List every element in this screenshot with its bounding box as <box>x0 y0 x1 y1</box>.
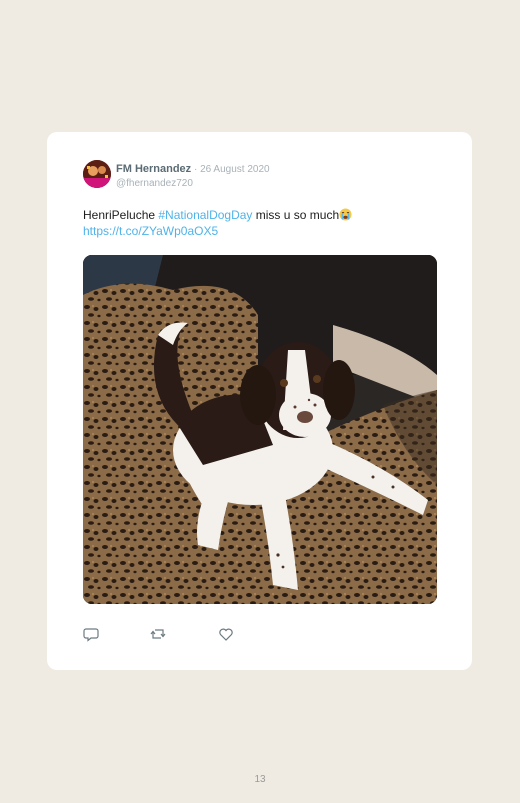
author-avatar[interactable] <box>83 160 111 188</box>
tweet-url-link[interactable]: https://t.co/ZYaWp0aOX5 <box>83 224 218 238</box>
author-name[interactable]: FM Hernandez <box>116 163 191 175</box>
reply-icon[interactable] <box>83 626 99 642</box>
hashtag-link[interactable]: #NationalDogDay <box>158 208 252 222</box>
tweet-header: FM Hernandez · 26 August 2020 @fhernande… <box>116 161 270 191</box>
tweet-text-prefix: HenriPeluche <box>83 208 159 222</box>
retweet-icon[interactable] <box>150 626 166 642</box>
tweet-photo[interactable] <box>83 255 437 604</box>
meta-separator: · <box>191 164 201 175</box>
tweet-text-suffix: miss u so much <box>252 208 340 222</box>
page-number: 13 <box>254 774 266 785</box>
heart-icon[interactable] <box>218 626 234 642</box>
author-handle[interactable]: @fhernandez720 <box>116 177 270 191</box>
crying-face-emoji <box>339 208 352 221</box>
tweet-card: FM Hernandez · 26 August 2020 @fhernande… <box>47 132 472 670</box>
tweet-text: HenriPeluche #NationalDogDay miss u so m… <box>83 207 433 239</box>
tweet-date[interactable]: 26 August 2020 <box>200 164 270 175</box>
